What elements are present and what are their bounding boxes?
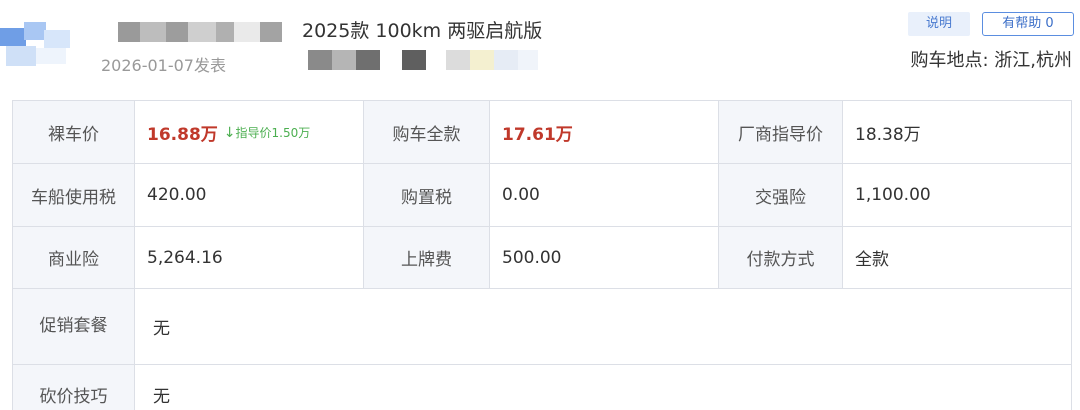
- value-vehicle-tax: 420.00: [135, 164, 364, 227]
- value-purchase-tax: 0.00: [490, 164, 719, 227]
- label-promo-package: 促销套餐: [13, 289, 135, 365]
- value-compulsory-insurance: 1,100.00: [843, 164, 1072, 227]
- car-model-title[interactable]: 2025款 100km 两驱启航版: [302, 16, 542, 43]
- explain-badge[interactable]: 说明: [908, 12, 970, 36]
- bare-price-value: 16.88万: [147, 124, 218, 145]
- subtitle-blurred: [308, 50, 538, 70]
- helpful-button[interactable]: 有帮助 0: [982, 12, 1074, 36]
- label-total-price: 购车全款: [364, 101, 490, 164]
- username-blurred: [118, 22, 282, 42]
- value-plate-fee: 500.00: [490, 227, 719, 289]
- label-commercial-insurance: 商业险: [13, 227, 135, 289]
- table-row: 车船使用税 420.00 购置税 0.00 交强险 1,100.00: [13, 164, 1072, 227]
- value-total-price: 17.61万: [490, 101, 719, 164]
- label-plate-fee: 上牌费: [364, 227, 490, 289]
- purchase-location: 购车地点: 浙江,杭州: [910, 50, 1072, 71]
- value-msrp: 18.38万: [843, 101, 1072, 164]
- label-msrp: 厂商指导价: [719, 101, 843, 164]
- guide-price-note: ↓指导价1.50万: [224, 124, 310, 141]
- label-purchase-tax: 购置税: [364, 164, 490, 227]
- value-bare-price: 16.88万 ↓指导价1.50万: [135, 101, 364, 164]
- value-bargain-tips: 无: [135, 365, 1072, 410]
- avatar[interactable]: [0, 22, 70, 68]
- guide-price-note-text: 指导价1.50万: [235, 125, 311, 140]
- price-detail-table: 裸车价 16.88万 ↓指导价1.50万 购车全款 17.61万 厂商指导价 1…: [12, 100, 1072, 410]
- table-row: 促销套餐 无: [13, 289, 1072, 365]
- label-payment-method: 付款方式: [719, 227, 843, 289]
- post-date: 2026-01-07发表: [101, 56, 226, 75]
- value-payment-method: 全款: [843, 227, 1072, 289]
- label-bargain-tips: 砍价技巧: [13, 365, 135, 410]
- arrow-down-icon: ↓: [223, 124, 236, 141]
- label-compulsory-insurance: 交强险: [719, 164, 843, 227]
- table-row: 裸车价 16.88万 ↓指导价1.50万 购车全款 17.61万 厂商指导价 1…: [13, 101, 1072, 164]
- value-commercial-insurance: 5,264.16: [135, 227, 364, 289]
- value-promo-package: 无: [135, 289, 1072, 365]
- table-row: 砍价技巧 无: [13, 365, 1072, 410]
- table-row: 商业险 5,264.16 上牌费 500.00 付款方式 全款: [13, 227, 1072, 289]
- label-bare-price: 裸车价: [13, 101, 135, 164]
- label-vehicle-tax: 车船使用税: [13, 164, 135, 227]
